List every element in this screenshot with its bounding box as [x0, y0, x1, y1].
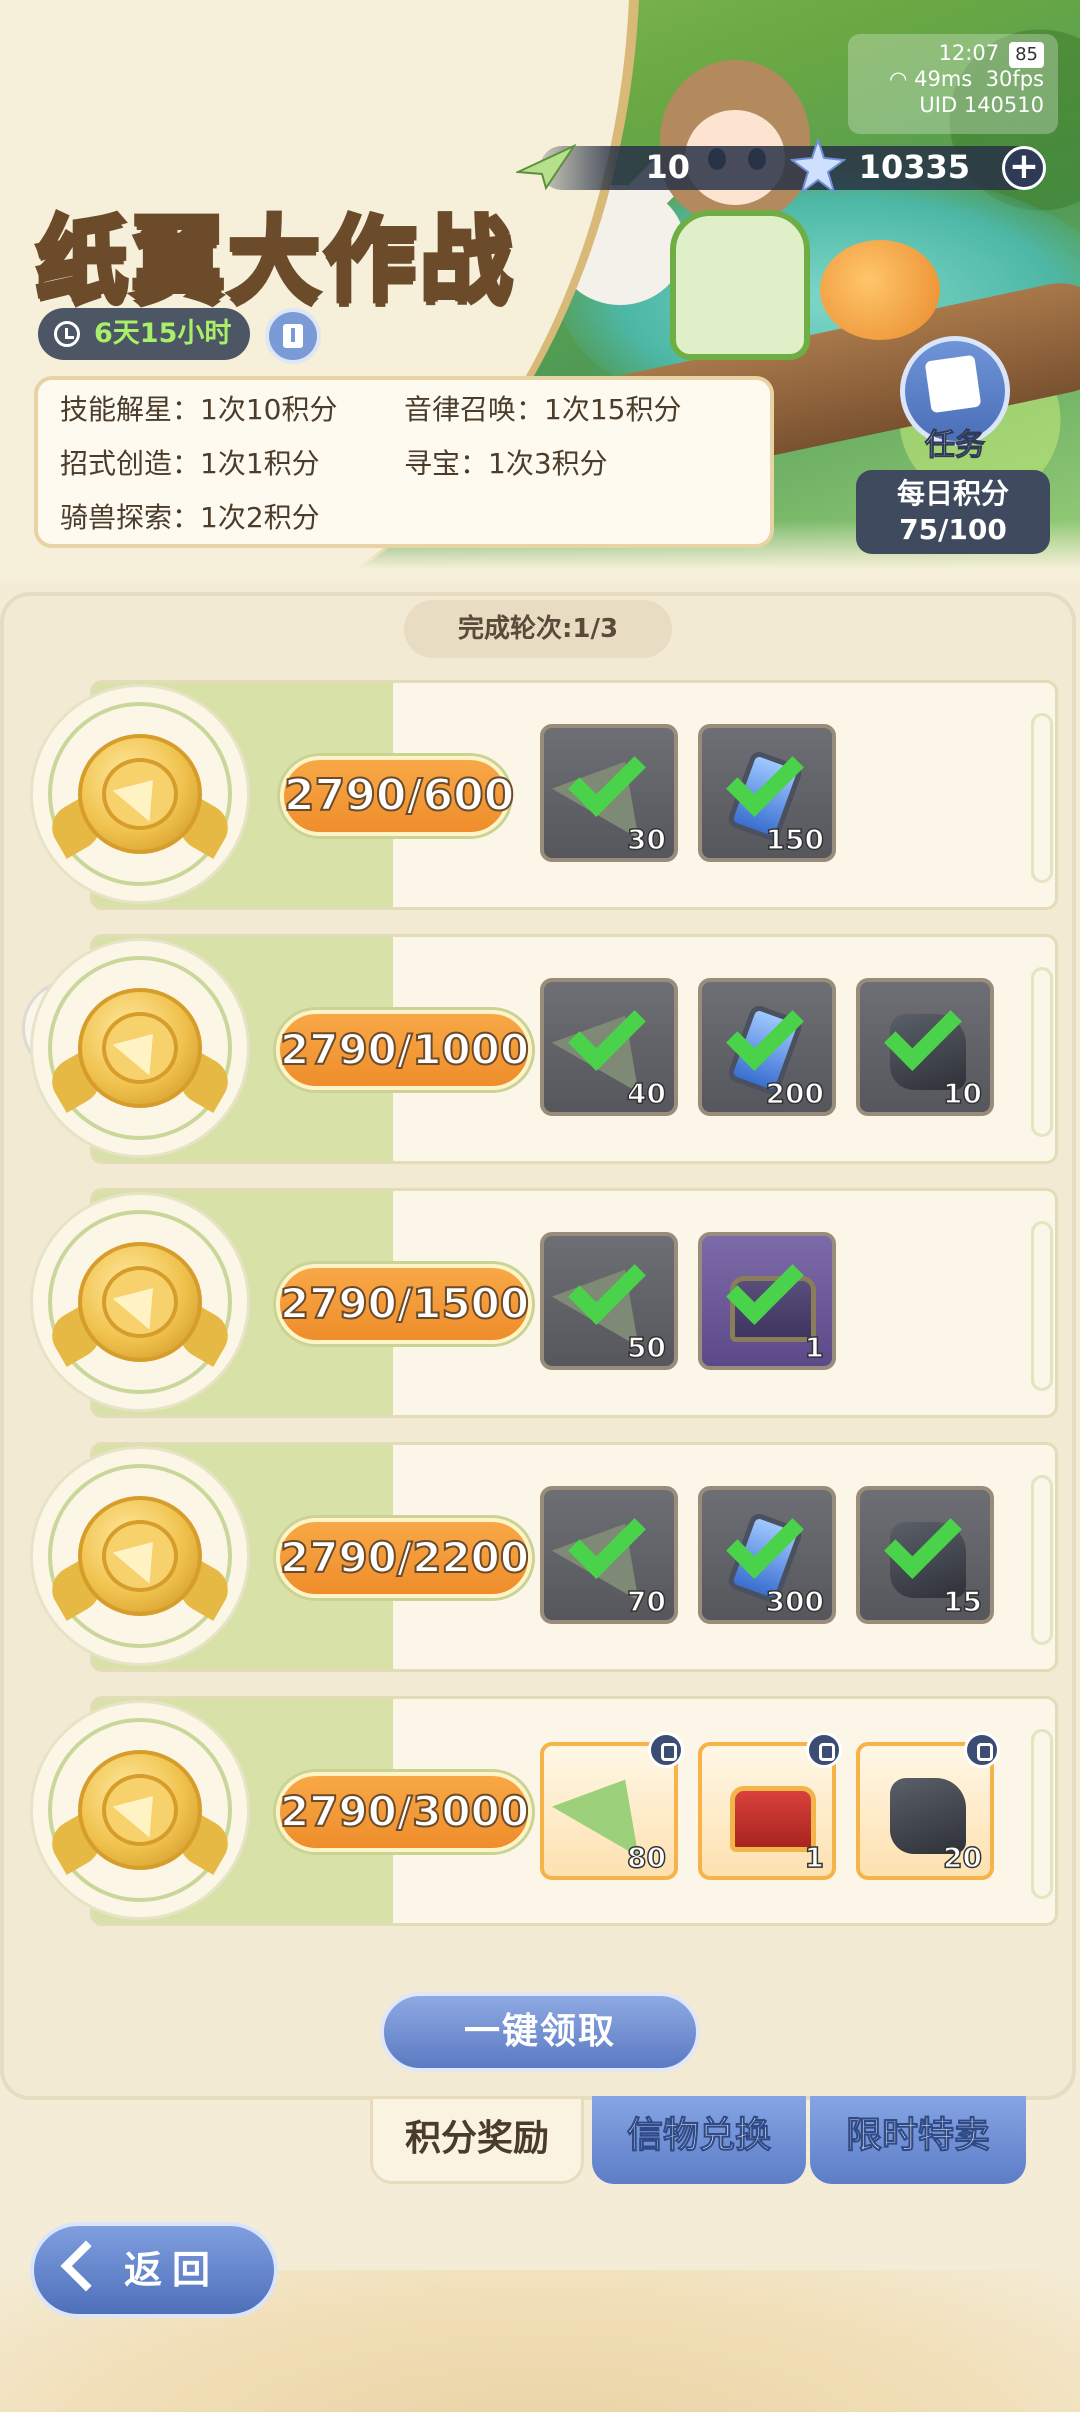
treasure-chest-icon: [718, 1764, 818, 1860]
rule-skill-star: 技能解星：1次10积分: [60, 393, 338, 426]
ping-value: 49ms: [914, 67, 973, 91]
reward-item-crystal[interactable]: 300: [698, 1486, 836, 1624]
reward-qty: 40: [626, 1076, 666, 1111]
tier-progress: 2790/3000: [276, 1772, 532, 1852]
event-title: 纸翼大作战: [33, 205, 517, 317]
timer-text: 6天15小时: [94, 318, 232, 349]
bottom-tabs: 积分奖励 信物兑换 限时特卖: [370, 2096, 1030, 2186]
tier-progress: 2790/1500: [276, 1264, 532, 1344]
clock-icon: [54, 321, 80, 347]
reward-qty: 80: [626, 1840, 666, 1875]
points-medal-icon: [30, 1446, 250, 1666]
paper-plane-count: 10: [645, 148, 690, 186]
points-medal-icon: [30, 1700, 250, 1920]
back-button[interactable]: 返回: [30, 2222, 278, 2318]
daily-points-badge: 每日积分 75/100: [856, 470, 1050, 554]
back-label: 返回: [124, 2248, 221, 2292]
crystal-star-count: 10335: [858, 148, 970, 186]
lock-icon: [964, 1732, 1000, 1768]
event-timer: 6天15小时: [38, 308, 250, 360]
reward-item-ore-stone[interactable]: 10: [856, 978, 994, 1116]
reward-item-crystal[interactable]: 200: [698, 978, 836, 1116]
reward-qty: 70: [626, 1584, 666, 1619]
points-medal-icon: [30, 684, 250, 904]
fps-value: 30fps: [985, 67, 1044, 91]
battery-icon: 85: [1009, 42, 1044, 68]
reward-item-paper-plane[interactable]: 50: [540, 1232, 678, 1370]
reward-item-crystal[interactable]: 150: [698, 724, 836, 862]
reward-item-paper-plane[interactable]: 30: [540, 724, 678, 862]
task-label: 任务: [925, 428, 986, 464]
currency-bar: 10 10335 +: [516, 138, 1046, 194]
reward-item-paper-plane[interactable]: 80: [540, 1732, 684, 1880]
rule-melody-summon: 音律召唤：1次15积分: [404, 393, 682, 426]
reward-item-treasure-chest[interactable]: 1: [698, 1732, 842, 1880]
network-status: 12:07 85 ◠ 49ms 30fps UID 140510: [848, 34, 1058, 134]
reward-qty: 1: [804, 1330, 825, 1365]
rule-treasure-hunt: 寻宝：1次3积分: [404, 447, 608, 480]
tab-points-rewards[interactable]: 积分奖励: [370, 2096, 584, 2184]
reward-qty: 1: [804, 1840, 825, 1875]
lock-icon: [648, 1732, 684, 1768]
crystal-star-icon: [790, 138, 846, 194]
rule-move-create: 招式创造：1次1积分: [60, 447, 320, 480]
daily-points-value: 75/100: [899, 513, 1007, 546]
points-rules-panel: 技能解星：1次10积分 音律召唤：1次15积分 招式创造：1次1积分 寻宝：1次…: [34, 376, 774, 548]
girl-character-illustration: [640, 40, 840, 370]
tier-progress: 2790/600: [280, 756, 515, 836]
reward-qty: 15: [942, 1584, 982, 1619]
back-arrow-icon: [60, 2240, 112, 2292]
claim-all-button[interactable]: 一键领取: [380, 1992, 700, 2072]
reward-qty: 30: [626, 822, 666, 857]
reward-qty: 150: [765, 822, 825, 857]
lock-icon: [806, 1732, 842, 1768]
reward-item-ore-stone[interactable]: 20: [856, 1732, 1000, 1880]
tier-progress: 2790/2200: [276, 1518, 532, 1598]
reward-qty: 10: [942, 1076, 982, 1111]
paper-plane-icon: [516, 143, 576, 191]
reward-item-treasure-chest[interactable]: 1: [698, 1232, 836, 1370]
reward-item-paper-plane[interactable]: 70: [540, 1486, 678, 1624]
reward-item-paper-plane[interactable]: 40: [540, 978, 678, 1116]
daily-points-label: 每日积分: [896, 477, 1009, 510]
task-button[interactable]: 任务: [900, 336, 1010, 464]
reward-qty: 300: [765, 1584, 825, 1619]
points-medal-icon: [30, 938, 250, 1158]
add-currency-button[interactable]: +: [1002, 146, 1046, 190]
rules-book-button[interactable]: [265, 308, 321, 364]
wifi-icon: ◠: [889, 67, 915, 91]
tier-progress: 2790/1000: [276, 1010, 532, 1090]
reward-qty: 50: [626, 1330, 666, 1365]
reward-qty: 200: [765, 1076, 825, 1111]
tab-token-exchange[interactable]: 信物兑换: [592, 2096, 806, 2184]
rounds-completed: 完成轮次:1/3: [404, 600, 672, 658]
reward-qty: 20: [942, 1840, 982, 1875]
reward-item-ore-stone[interactable]: 15: [856, 1486, 994, 1624]
tab-limited-sale[interactable]: 限时特卖: [810, 2096, 1026, 2184]
clock-time: 12:07: [938, 41, 1000, 65]
task-doc-icon: [924, 354, 982, 414]
points-medal-icon: [30, 1192, 250, 1412]
rule-mount-explore: 骑兽探索：1次2积分: [60, 501, 320, 534]
uid-value: UID 140510: [919, 93, 1044, 117]
bird-character-illustration: [820, 240, 940, 340]
